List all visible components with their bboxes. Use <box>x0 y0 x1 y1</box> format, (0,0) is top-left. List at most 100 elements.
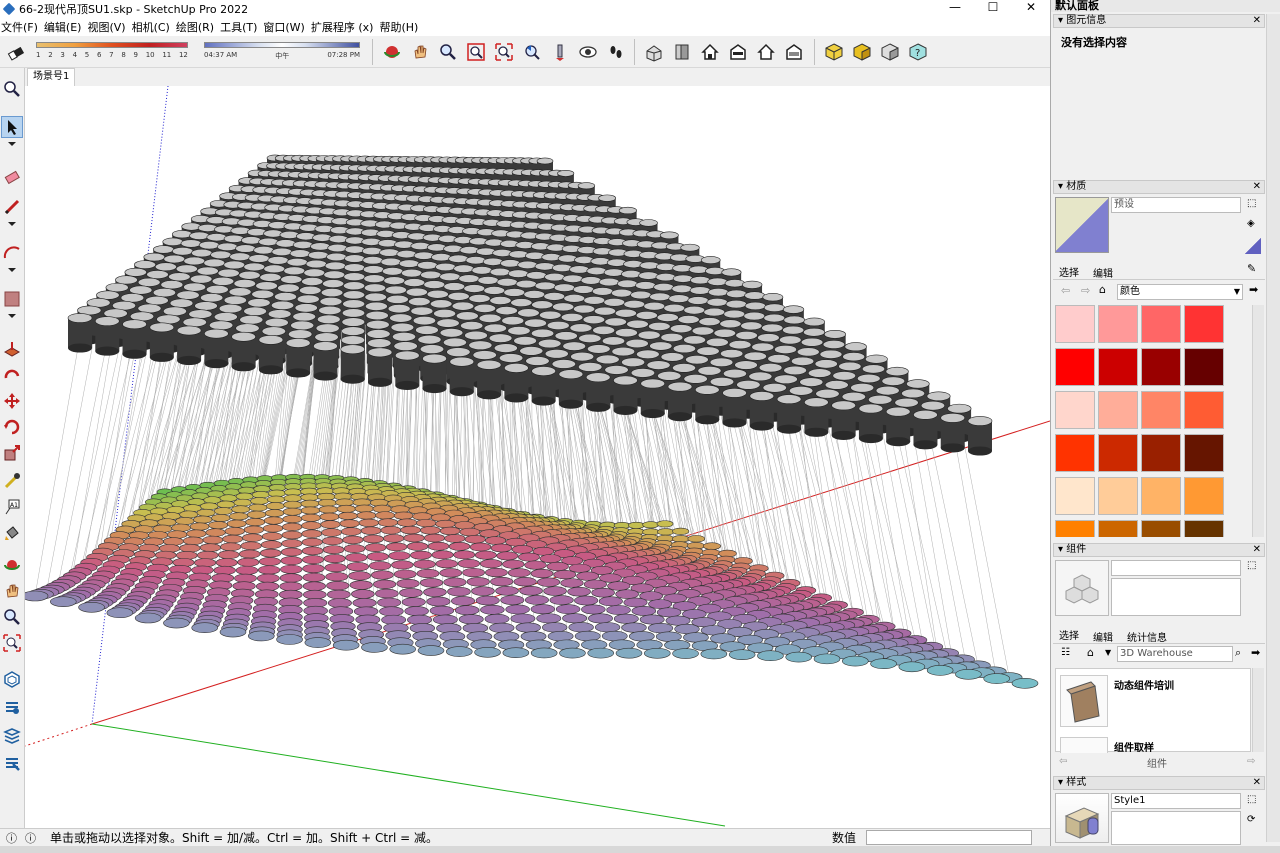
material-swatch[interactable] <box>1141 520 1181 537</box>
look-around-eye-icon[interactable] <box>576 40 600 64</box>
material-swatch[interactable] <box>1098 520 1138 537</box>
component-options-icon[interactable]: ⬚ <box>1247 560 1256 571</box>
home-icon[interactable]: ⌂ <box>1087 646 1094 659</box>
zoom-icon[interactable] <box>1 606 23 628</box>
material-swatch[interactable] <box>1184 434 1224 472</box>
menu-window[interactable]: 窗口(W) <box>262 19 309 35</box>
components-tab-statistics[interactable]: 统计信息 <box>1127 629 1167 644</box>
material-swatch[interactable] <box>1184 348 1224 386</box>
rectangle-tool-icon[interactable] <box>1 288 23 310</box>
materials-tab-select[interactable]: 选择 <box>1059 264 1079 279</box>
component-list-scrollbar[interactable] <box>1252 668 1264 752</box>
details-arrow-icon[interactable]: ➡ <box>1249 283 1258 296</box>
component-item-label[interactable]: 组件取样 <box>1114 739 1154 754</box>
close-button[interactable]: ✕ <box>1012 0 1050 18</box>
create-material-icon[interactable]: ⬚ <box>1247 198 1256 209</box>
dropdown-arrow-icon[interactable] <box>1 218 23 230</box>
position-camera-icon[interactable] <box>548 40 572 64</box>
material-swatch[interactable] <box>1055 434 1095 472</box>
info-icon[interactable]: ⓘ <box>6 830 17 846</box>
rotate-tool-icon[interactable] <box>1 416 23 438</box>
monochrome-style-cube-icon[interactable] <box>878 40 902 64</box>
close-icon[interactable]: ✕ <box>1253 544 1261 556</box>
scene-tab-1[interactable]: 场景号1 <box>27 68 76 86</box>
front-view-icon[interactable] <box>698 40 722 64</box>
close-icon[interactable]: ✕ <box>1253 15 1261 27</box>
left-view-icon[interactable] <box>782 40 806 64</box>
model-scene[interactable] <box>25 86 1050 828</box>
zoom-extents-icon[interactable] <box>492 40 516 64</box>
components-tab-edit[interactable]: 编辑 <box>1093 629 1113 644</box>
minimize-button[interactable]: — <box>936 0 974 18</box>
top-view-icon[interactable] <box>670 40 694 64</box>
orbit-tool-icon[interactable] <box>380 40 404 64</box>
close-icon[interactable]: ✕ <box>1253 777 1261 789</box>
extension-manager-icon[interactable] <box>1 752 23 774</box>
push-pull-icon[interactable] <box>1 338 23 360</box>
eyedropper-icon[interactable]: ✎ <box>1247 262 1256 275</box>
material-swatch[interactable] <box>1055 391 1095 429</box>
back-arrow-icon[interactable]: ⇦ <box>1061 284 1070 297</box>
components-header[interactable]: ▾ 组件 ✕ <box>1053 543 1265 557</box>
follow-me-icon[interactable] <box>1 364 23 386</box>
component-thumb-sample[interactable] <box>1060 737 1108 753</box>
entity-info-header[interactable]: ▾ 图元信息 ✕ <box>1053 14 1265 28</box>
material-swatch[interactable] <box>1098 348 1138 386</box>
tape-measure-icon[interactable] <box>1 470 23 492</box>
warehouse-icon[interactable] <box>1 668 23 690</box>
walk-footprints-icon[interactable] <box>604 40 628 64</box>
materials-header[interactable]: ▾ 材质 ✕ <box>1053 180 1265 194</box>
material-swatch[interactable] <box>1098 305 1138 343</box>
material-library-select[interactable]: 颜色 ▼ <box>1117 284 1243 300</box>
material-swatch[interactable] <box>1141 391 1181 429</box>
dropdown-arrow-icon[interactable] <box>1 264 23 276</box>
menu-extensions[interactable]: 扩展程序 (x) <box>310 19 379 35</box>
home-icon[interactable]: ⌂ <box>1099 283 1106 296</box>
menu-camera[interactable]: 相机(C) <box>131 19 175 35</box>
zoom-magnifier-icon[interactable] <box>1 78 23 100</box>
view-options-icon[interactable]: ☷ <box>1061 647 1070 658</box>
time-track[interactable] <box>204 42 360 48</box>
measurements-input[interactable] <box>866 830 1032 845</box>
dropdown-arrow-icon[interactable] <box>1 138 23 150</box>
default-material-icon[interactable] <box>1245 238 1261 254</box>
maximize-button[interactable]: ☐ <box>974 0 1012 18</box>
xray-style-cube-icon[interactable] <box>822 40 846 64</box>
eraser-icon[interactable] <box>1 166 23 188</box>
right-view-icon[interactable] <box>726 40 750 64</box>
details-arrow-icon[interactable]: ➡ <box>1251 646 1260 659</box>
material-swatch[interactable] <box>1055 348 1095 386</box>
material-swatch[interactable] <box>1055 520 1095 537</box>
material-swatch[interactable] <box>1141 434 1181 472</box>
paint-bucket-icon[interactable] <box>1 522 23 544</box>
swatch-scrollbar[interactable] <box>1252 305 1264 537</box>
component-search-input[interactable]: 3D Warehouse <box>1117 646 1233 662</box>
material-swatch[interactable] <box>1098 391 1138 429</box>
arc-tool-icon[interactable] <box>1 242 23 264</box>
zoom-tool-icon[interactable] <box>436 40 460 64</box>
help-circle-icon[interactable]: ⓘ <box>25 830 36 846</box>
update-style-icon[interactable]: ⟳ <box>1247 814 1255 825</box>
dropdown-arrow-icon[interactable] <box>1 310 23 322</box>
back-arrow-icon[interactable]: ⇦ <box>1059 756 1067 767</box>
menu-file[interactable]: 文件(F) <box>0 19 43 35</box>
month-track[interactable] <box>36 42 188 48</box>
components-tab-select[interactable]: 选择 <box>1059 627 1079 642</box>
material-swatch[interactable] <box>1055 477 1095 515</box>
tray-scrollbar[interactable] <box>1266 14 1280 842</box>
material-swatch[interactable] <box>1184 305 1224 343</box>
scale-tool-icon[interactable] <box>1 442 23 464</box>
component-thumb-folder[interactable] <box>1060 675 1108 727</box>
style-name-field[interactable]: Style1 <box>1111 793 1241 809</box>
layout-send-icon[interactable] <box>1 724 23 746</box>
extension-warehouse-icon[interactable] <box>1 696 23 718</box>
menu-view[interactable]: 视图(V) <box>86 19 130 35</box>
text-label-icon[interactable]: A1 <box>1 496 23 518</box>
model-viewport[interactable] <box>25 86 1050 828</box>
menu-help[interactable]: 帮助(H) <box>378 19 423 35</box>
menu-edit[interactable]: 编辑(E) <box>43 19 87 35</box>
select-arrow-icon[interactable] <box>1 116 23 138</box>
material-swatch[interactable] <box>1098 477 1138 515</box>
back-view-icon[interactable] <box>754 40 778 64</box>
search-icon[interactable]: ⌕ <box>1235 646 1241 660</box>
